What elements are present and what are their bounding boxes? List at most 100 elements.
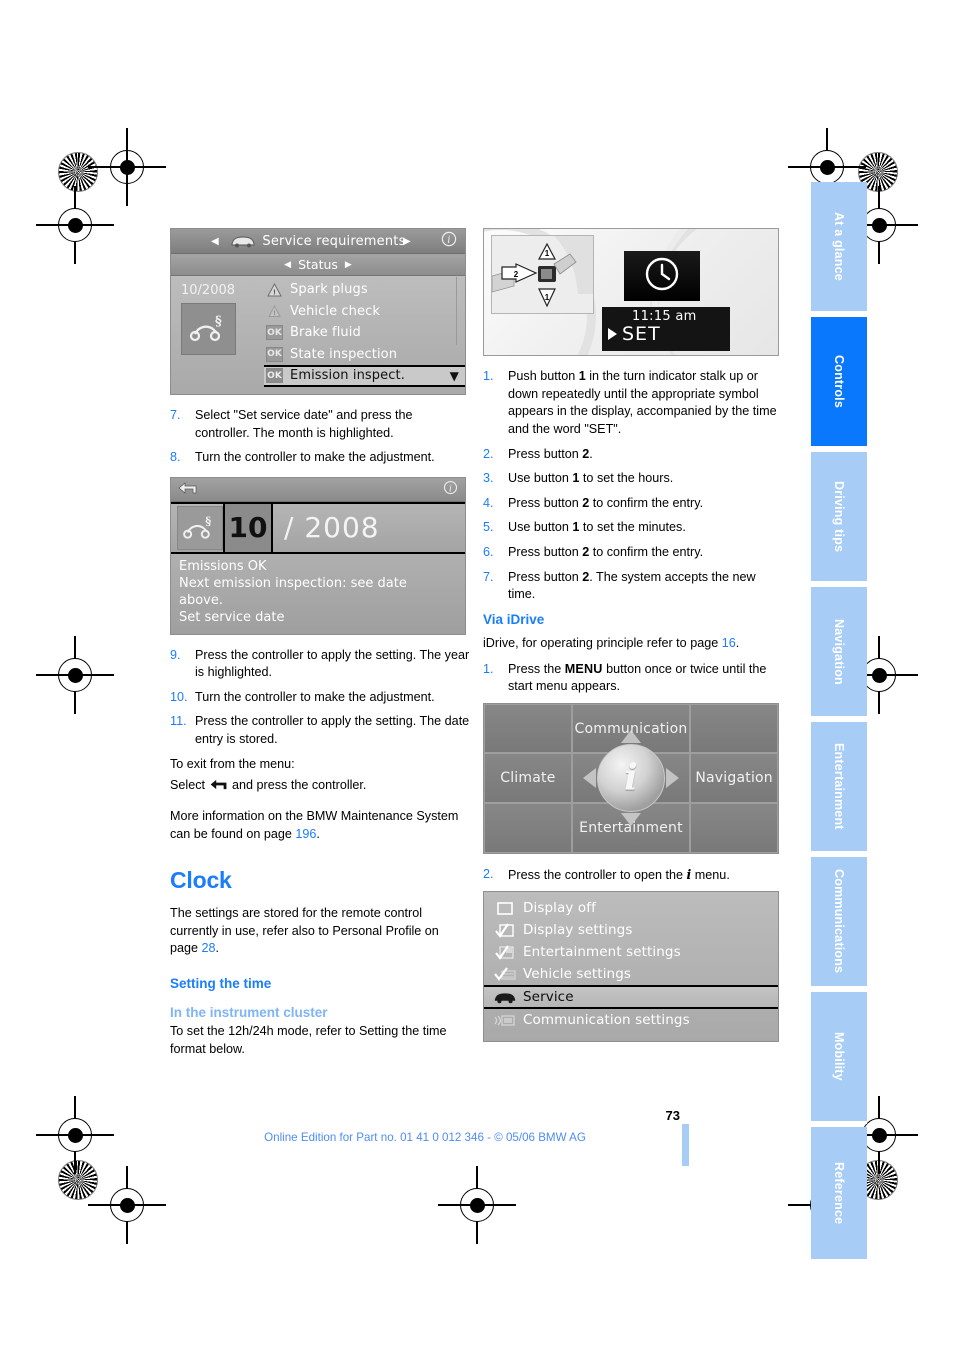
menu-item-communication[interactable]: Communication <box>571 703 691 754</box>
service-item-label: Emission inspect. <box>290 368 405 384</box>
settings-item-display-off[interactable]: Display off <box>484 897 778 919</box>
figure-date-entry: i § 10 / 2008 Emissions OK Next emission… <box>170 476 468 635</box>
step-text-post: to set the hours. <box>579 471 674 486</box>
step-text-pre: Press button <box>508 545 583 559</box>
next-arrow-icon[interactable]: ▶ <box>345 260 352 270</box>
tab-label: Reference <box>832 1161 846 1225</box>
registration-mark-mid-left <box>36 186 114 264</box>
menu-cell-empty <box>690 703 778 754</box>
page-reference-link[interactable]: 16 <box>722 636 736 650</box>
menu-cell-empty <box>484 803 572 853</box>
svg-text:!: ! <box>273 310 276 317</box>
registration-mark-bottom-center-left <box>88 1166 166 1244</box>
settings-item-label: Vehicle settings <box>523 966 632 983</box>
step-text: Push button 1 in the turn indicator stal… <box>508 368 783 439</box>
sidebar-tab-controls[interactable]: Controls <box>811 317 867 449</box>
date-entry-description: Emissions OK Next emission inspection: s… <box>171 553 465 634</box>
instrument-cluster-photo: 1 1 2 11:15 am SET <box>483 228 779 356</box>
step-item: 1. Push button 1 in the turn indicator s… <box>483 368 783 439</box>
turn-indicator-stalk-diagram: 1 1 2 <box>491 235 594 314</box>
figure-settings-menu: Display off Display settings Entertainme… <box>483 891 781 1043</box>
page-number: 73 <box>665 1108 680 1123</box>
service-item-label: Brake fluid <box>290 325 361 341</box>
year-field[interactable]: / 2008 <box>284 511 380 544</box>
info-icon[interactable]: i <box>441 231 457 251</box>
step-text: Press the controller to apply the settin… <box>195 647 470 680</box>
page-reference-link[interactable]: 28 <box>202 941 216 955</box>
clock-set-label: SET <box>622 323 661 345</box>
sidebar-tab-at-a-glance[interactable]: At a glance <box>811 182 867 314</box>
idrive-settings-menu: Display off Display settings Entertainme… <box>483 891 779 1043</box>
step-text: Press the controller to open the i menu. <box>508 866 783 885</box>
settings-item-vehicle-settings[interactable]: Vehicle settings <box>484 963 778 985</box>
clock-intro-suffix: . <box>215 941 220 956</box>
step-text-pre: Use button <box>508 471 573 486</box>
page-content: ◀ Service requirements ▶ i ◀ Status ▶ 10… <box>170 228 800 1128</box>
trim-line-top <box>126 128 128 206</box>
scroll-down-icon[interactable]: ▼ <box>450 369 459 383</box>
menu-cell-empty <box>484 703 572 754</box>
step-text-post: to confirm the entry. <box>589 545 704 559</box>
figure-reference-code <box>476 390 480 391</box>
figure-reference-code <box>476 629 480 630</box>
right-column: 1 1 2 11:15 am SET 1. Push button 1 in t… <box>483 228 783 1054</box>
service-item-row[interactable]: OK State inspection <box>266 344 465 366</box>
step-item: 7. Select "Set service date" and press t… <box>170 407 470 442</box>
step-item: 2. Press the controller to open the i me… <box>483 866 783 885</box>
settings-item-label: Display off <box>523 900 596 917</box>
prev-arrow-icon[interactable]: ◀ <box>284 260 291 270</box>
settings-item-communication-settings[interactable]: Communication settings <box>484 1009 778 1031</box>
tab-label: Entertainment <box>832 743 846 830</box>
step-number: 1. <box>483 661 494 676</box>
sidebar-tab-mobility[interactable]: Mobility <box>811 992 867 1124</box>
idrive-ref-suffix: . <box>735 635 740 650</box>
service-item-row[interactable]: OK Brake fluid <box>266 322 465 344</box>
service-item-row[interactable]: ! Vehicle check <box>266 301 465 323</box>
back-arrow-icon[interactable] <box>178 480 198 499</box>
step-text: Turn the controller to make the adjustme… <box>195 689 435 704</box>
service-item-row[interactable]: ! Spark plugs <box>266 279 465 301</box>
settings-item-entertainment-settings[interactable]: Entertainment settings <box>484 941 778 963</box>
button-label: 1 <box>578 369 586 383</box>
clock-set-row: SET <box>608 323 724 345</box>
menu-item-entertainment[interactable]: Entertainment <box>571 803 691 853</box>
step-text-post: to confirm the entry. <box>589 495 704 510</box>
step-text: Press the controller to apply the settin… <box>195 714 470 746</box>
sidebar-tab-navigation[interactable]: Navigation <box>811 587 867 719</box>
page-reference-link[interactable]: 196 <box>295 827 316 841</box>
vehicle-settings-icon <box>493 967 517 982</box>
service-date: 10/2008 <box>181 283 236 298</box>
description-line: Next emission inspection: see date <box>179 576 407 592</box>
next-arrow-icon[interactable]: ▶ <box>403 236 411 247</box>
step-item: 8. Turn the controller to make the adjus… <box>170 449 470 467</box>
settings-item-label: Display settings <box>523 922 633 939</box>
sidebar-tab-driving-tips[interactable]: Driving tips <box>811 452 867 584</box>
step-text-pre: Press the controller to open the <box>508 867 687 882</box>
service-requirements-titlebar: ◀ Service requirements ▶ i <box>171 229 465 254</box>
entertainment-settings-icon <box>493 945 517 960</box>
clock-time-value: 11:15 am <box>632 309 697 324</box>
registration-rosette-top-left <box>58 152 98 192</box>
step-item: 6. Press button 2 to confirm the entry. <box>483 544 783 562</box>
settings-item-display-settings[interactable]: Display settings <box>484 919 778 941</box>
menu-item-climate[interactable]: Climate <box>484 753 572 804</box>
sidebar-tab-communications[interactable]: Communications <box>811 857 867 989</box>
sidebar-tab-reference[interactable]: Reference <box>811 1127 867 1259</box>
display-off-icon <box>493 901 517 916</box>
service-wrench-icon: § <box>181 303 236 355</box>
step-number: 7. <box>170 408 181 422</box>
car-icon <box>230 235 256 248</box>
car-icon <box>493 991 517 1004</box>
service-item-row-selected[interactable]: OK Emission inspect. ▼ <box>264 365 465 387</box>
month-field[interactable]: 10 <box>223 503 273 552</box>
svg-text:2: 2 <box>514 270 519 279</box>
settings-item-service-selected[interactable]: Service <box>484 985 778 1010</box>
tab-label: Communications <box>832 869 846 974</box>
sidebar-tab-entertainment[interactable]: Entertainment <box>811 722 867 854</box>
prev-arrow-icon[interactable]: ◀ <box>211 236 219 247</box>
menu-item-navigation[interactable]: Navigation <box>690 753 778 804</box>
back-arrow-icon <box>209 778 229 797</box>
info-icon[interactable]: i <box>443 480 458 499</box>
scrollbar[interactable] <box>456 277 463 345</box>
footer-text: Online Edition for Part no. 01 41 0 012 … <box>264 1131 586 1144</box>
